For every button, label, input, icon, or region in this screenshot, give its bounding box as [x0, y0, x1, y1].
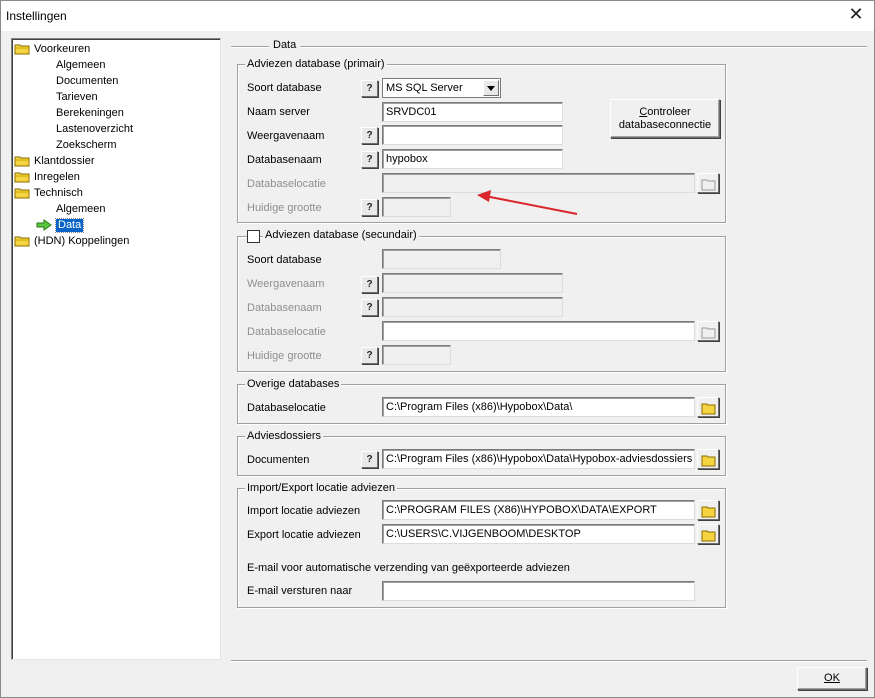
adviesdossiers-title: Adviesdossiers: [245, 430, 323, 443]
secondary-locatie-input: [382, 321, 695, 341]
import-input[interactable]: C:\PROGRAM FILES (X86)\HYPOBOX\DATA\EXPO…: [382, 500, 695, 520]
ok-label: OK: [824, 672, 840, 684]
help-button-weergavenaam[interactable]: ?: [361, 127, 378, 144]
section-divider: [231, 46, 867, 48]
secondary-soort-label: Soort database: [247, 254, 322, 266]
close-icon[interactable]: ✕: [846, 5, 866, 25]
ok-button[interactable]: OK: [797, 667, 867, 690]
tree-item-label: Voorkeuren: [34, 43, 91, 55]
folder-icon: [701, 403, 716, 415]
help-button-grootte[interactable]: ?: [361, 199, 378, 216]
secondary-grootte-label: Huidige grootte: [247, 350, 322, 362]
tree-item-label: Documenten: [56, 75, 119, 87]
controleer-line2: databaseconnectie: [618, 119, 712, 131]
folder-outline-icon: [701, 179, 716, 191]
controleer-line1: Controleer: [639, 106, 691, 118]
section-title: Data: [269, 39, 301, 52]
soort-database-label: Soort database: [247, 82, 322, 94]
folder-icon: [14, 235, 30, 247]
databasenaam-label: Databasenaam: [247, 154, 322, 166]
folder-outline-icon: [701, 327, 716, 339]
importexport-title: Import/Export locatie adviezen: [245, 482, 397, 495]
export-label: Export locatie adviezen: [247, 529, 361, 541]
documenten-label: Documenten: [247, 454, 310, 466]
huidige-grootte-label: Huidige grootte: [247, 202, 322, 214]
secondary-locatie-label: Databaselocatie: [247, 326, 326, 338]
tree-item-label: (HDN) Koppelingen: [34, 235, 130, 247]
folder-icon: [701, 455, 716, 467]
secondary-weergave-label: Weergavenaam: [247, 278, 325, 290]
annotation-arrow-icon: [477, 190, 578, 215]
folder-icon: [14, 155, 30, 167]
tree-item-label: Inregelen: [34, 171, 80, 183]
settings-tree: Voorkeuren Algemeen Documenten Tarieven Bere…: [11, 38, 221, 660]
import-label: Import locatie adviezen: [247, 505, 361, 517]
primary-db-title: Adviezen database (primair): [245, 58, 387, 71]
weergavenaam-input[interactable]: [382, 125, 563, 145]
tree-item-label: Data: [54, 218, 85, 233]
naam-server-label: Naam server: [247, 106, 310, 118]
tree-item-label: Lastenoverzicht: [56, 123, 134, 135]
tree-item-label: Berekeningen: [56, 107, 124, 119]
secondary-dbnaam-label: Databasenaam: [247, 302, 322, 314]
documenten-input[interactable]: C:\Program Files (x86)\Hypobox\Data\Hypo…: [382, 449, 695, 469]
export-input[interactable]: C:\USERS\C.VIJGENBOOM\DESKTOP: [382, 524, 695, 544]
soort-database-value: MS SQL Server: [386, 82, 463, 94]
overige-title: Overige databases: [245, 378, 342, 391]
title-bar: Instellingen ✕: [1, 1, 874, 31]
secondary-db-title: Adviezen database (secundair): [263, 229, 419, 242]
controleer-databaseconnectie-button[interactable]: Controleer databaseconnectie: [610, 99, 720, 138]
tree-item-label: Zoekscherm: [56, 139, 117, 151]
secondary-weergave-input: [382, 273, 563, 293]
tree-item-label: Technisch: [34, 187, 83, 199]
huidige-grootte-input: [382, 197, 451, 217]
help-button-documenten[interactable]: ?: [361, 451, 378, 468]
soort-database-select[interactable]: MS SQL Server: [382, 78, 501, 98]
email-note: E-mail voor automatische verzending van …: [247, 562, 570, 574]
naam-server-input[interactable]: SRVDC01: [382, 102, 563, 122]
secondary-db-checkbox[interactable]: [247, 230, 260, 243]
overige-locatie-input[interactable]: C:\Program Files (x86)\Hypobox\Data\: [382, 397, 695, 417]
help-button-databasenaam[interactable]: ?: [361, 151, 378, 168]
bottom-divider: [231, 660, 867, 662]
secondary-help-weergave[interactable]: ?: [361, 276, 378, 293]
chevron-down-icon[interactable]: [483, 80, 499, 96]
folder-icon: [701, 530, 716, 542]
overige-browse-button[interactable]: [697, 397, 719, 417]
secondary-help-grootte[interactable]: ?: [361, 347, 378, 364]
tree-item-label: Algemeen: [56, 203, 106, 215]
secondary-dbnaam-input: [382, 297, 563, 317]
databasenaam-input[interactable]: hypobox: [382, 149, 563, 169]
settings-window: Instellingen ✕ Voorkeuren Algemeen Documen…: [0, 0, 875, 698]
tree-item-label: Algemeen: [56, 59, 106, 71]
email-label: E-mail versturen naar: [247, 585, 353, 597]
email-input[interactable]: [382, 581, 695, 601]
tree-item-label: Klantdossier: [34, 155, 95, 167]
arrow-right-icon: [36, 219, 52, 231]
secondary-soort-input: [382, 249, 501, 269]
browse-folder-disabled-button: [697, 173, 719, 193]
folder-icon: [14, 43, 30, 55]
documenten-browse-button[interactable]: [697, 449, 719, 469]
folder-icon: [701, 506, 716, 518]
export-browse-button[interactable]: [697, 524, 719, 544]
help-button-soort[interactable]: ?: [361, 80, 378, 97]
folder-icon: [14, 171, 30, 183]
folder-icon: [14, 187, 30, 199]
secondary-browse-button: [697, 321, 719, 341]
window-title: Instellingen: [6, 9, 67, 23]
overige-locatie-label: Databaselocatie: [247, 402, 326, 414]
databaselocatie-label: Databaselocatie: [247, 178, 326, 190]
secondary-help-dbnaam[interactable]: ?: [361, 299, 378, 316]
secondary-grootte-input: [382, 345, 451, 365]
tree-item-label: Tarieven: [56, 91, 98, 103]
import-browse-button[interactable]: [697, 500, 719, 520]
weergavenaam-label: Weergavenaam: [247, 130, 325, 142]
